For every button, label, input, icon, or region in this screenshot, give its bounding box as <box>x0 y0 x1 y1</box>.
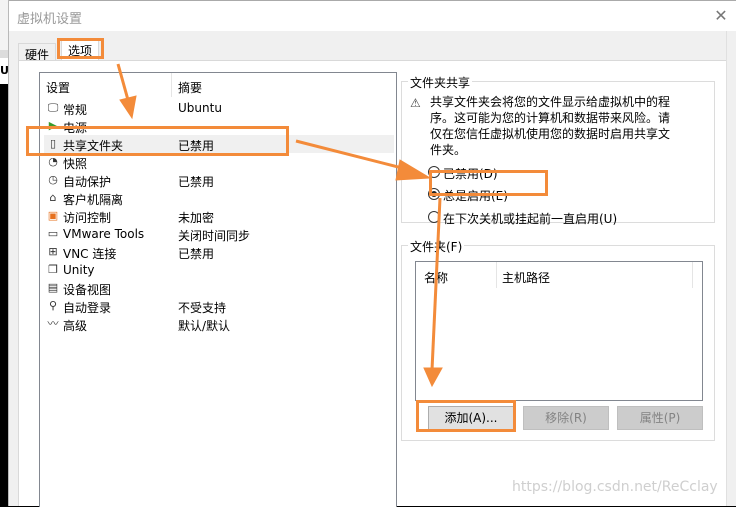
item-summary: 已禁用 <box>178 175 215 189</box>
item-label: Unity <box>63 263 95 277</box>
vm-icon: ▭ <box>47 227 59 240</box>
item-summary: 未加密 <box>178 211 215 225</box>
column-header-name[interactable]: 名称 <box>424 269 448 286</box>
settings-list-item[interactable]: ▯ 共享文件夹 已禁用 <box>44 135 394 153</box>
watermark: https://blog.csdn.net/ReCclay <box>512 479 718 495</box>
settings-list-item[interactable]: ◷ 自动保护 已禁用 <box>44 171 394 189</box>
close-icon[interactable]: ✕ <box>711 6 731 26</box>
settings-list-item[interactable]: 🖵 常规 Ubuntu <box>44 99 394 117</box>
item-label: 常规 <box>63 103 88 117</box>
power-icon: ▶ <box>48 119 58 132</box>
item-label: 高级 <box>63 319 88 333</box>
column-separator[interactable] <box>171 73 172 97</box>
warning-text: 共享文件夹会将您的文件显示给虚拟机中的程序。这可能为您的计算机和数据带来风险。请… <box>430 95 671 157</box>
settings-list-item[interactable]: ⚲ 自动登录 不受支持 <box>44 297 394 315</box>
radio-label: 已禁用(D) <box>443 167 498 181</box>
list-header: 设置 摘要 <box>40 73 396 97</box>
settings-list-item[interactable]: ❐ Unity <box>44 261 394 279</box>
item-summary: 已禁用 <box>178 139 215 153</box>
item-label: VNC 连接 <box>63 247 117 261</box>
radio-label: 总是启用(E) <box>443 189 508 203</box>
item-summary: Ubuntu <box>178 101 222 115</box>
settings-list[interactable]: 设置 摘要 🖵 常规 Ubuntu ▶ 电源 ▯ 共享文件夹 已禁用 ◔ 快照 ◷ 自动保护 已禁用 ⌂ 客… <box>39 72 397 507</box>
settings-list-item[interactable]: 〰高级 默认/默认 <box>44 315 394 333</box>
warning-icon: ⚠ <box>410 96 421 110</box>
item-label: 访问控制 <box>63 211 112 225</box>
autoprotect-icon: ◷ <box>48 173 58 186</box>
column-separator[interactable] <box>692 262 693 288</box>
item-summary: 不受支持 <box>178 301 227 315</box>
snapshot-icon: ◔ <box>48 155 58 168</box>
device-view-icon: ▤ <box>47 281 59 294</box>
lock-icon: ⌂ <box>49 191 57 204</box>
folders-list[interactable]: 名称 主机路径 <box>415 261 703 401</box>
settings-list-item[interactable]: ◔ 快照 <box>44 153 394 171</box>
column-separator[interactable] <box>496 262 497 288</box>
advanced-icon: 〰 <box>47 317 59 330</box>
settings-list-item[interactable]: ▣ 访问控制 未加密 <box>44 207 394 225</box>
settings-list-item[interactable]: ⊞ VNC 连接 已禁用 <box>44 243 394 261</box>
access-control-icon: ▣ <box>47 209 59 222</box>
group-title: 文件夹共享 <box>408 74 473 91</box>
settings-list-item[interactable]: ⌂ 客户机隔离 <box>44 189 394 207</box>
unity-icon: ❐ <box>48 263 58 276</box>
radio-button[interactable] <box>428 166 440 178</box>
item-label: 快照 <box>63 157 88 171</box>
item-label: 自动登录 <box>63 301 112 315</box>
item-summary: 默认/默认 <box>178 319 231 333</box>
window-title: 虚拟机设置 <box>17 12 83 27</box>
group-title: 文件夹(F) <box>408 238 465 255</box>
title-bar: 虚拟机设置 ✕ <box>9 0 736 31</box>
vm-settings-dialog: 虚拟机设置 ✕ 硬件 选项 设置 摘要 🖵 常规 Ubuntu ▶ 电源 ▯ 共享文件夹 已禁… <box>8 0 736 507</box>
options-panel: 设置 摘要 🖵 常规 Ubuntu ▶ 电源 ▯ 共享文件夹 已禁用 ◔ 快照 ◷ 自动保护 已禁用 ⌂ 客… <box>18 60 729 507</box>
shared-folder-icon: ▯ <box>49 137 57 150</box>
column-header-setting[interactable]: 设置 <box>46 79 70 96</box>
item-label: 设备视图 <box>63 283 112 297</box>
settings-list-item[interactable]: ▤ 设备视图 <box>44 279 394 297</box>
folder-sharing-group: 文件夹共享 ⚠ 共享文件夹会将您的文件显示给虚拟机中的程序。这可能为您的计算机和… <box>401 74 715 226</box>
tab-hardware[interactable]: 硬件 <box>18 43 57 62</box>
vnc-icon: ⊞ <box>48 245 58 258</box>
tab-options[interactable]: 选项 <box>61 39 100 61</box>
remove-button[interactable]: 移除(R) <box>523 406 609 430</box>
item-label: 自动保护 <box>63 175 112 189</box>
column-header-host-path[interactable]: 主机路径 <box>502 269 550 286</box>
settings-list-item[interactable]: ▭ VMware Tools 关闭时间同步 <box>44 225 394 243</box>
item-label: 客户机隔离 <box>63 193 124 207</box>
item-label: 共享文件夹 <box>63 139 124 153</box>
item-summary: 已禁用 <box>178 247 215 261</box>
radio-button[interactable] <box>428 188 440 200</box>
item-label: VMware Tools <box>63 227 145 241</box>
radio-label: 在下次关机或挂起前一直启用(U) <box>443 212 618 226</box>
settings-list-item[interactable]: ▶ 电源 <box>44 117 394 135</box>
radio-button[interactable] <box>428 211 440 223</box>
autologin-icon: ⚲ <box>48 299 58 312</box>
add-button[interactable]: 添加(A)... <box>428 406 514 430</box>
dialog-edge <box>726 31 736 506</box>
folders-group: 文件夹(F) 名称 主机路径 添加(A)... 移除(R) 属性(P) <box>401 238 715 441</box>
item-summary: 关闭时间同步 <box>178 229 251 243</box>
monitor-icon: 🖵 <box>47 101 59 114</box>
column-header-summary[interactable]: 摘要 <box>178 79 202 96</box>
properties-button[interactable]: 属性(P) <box>617 406 703 430</box>
item-label: 电源 <box>63 121 88 135</box>
